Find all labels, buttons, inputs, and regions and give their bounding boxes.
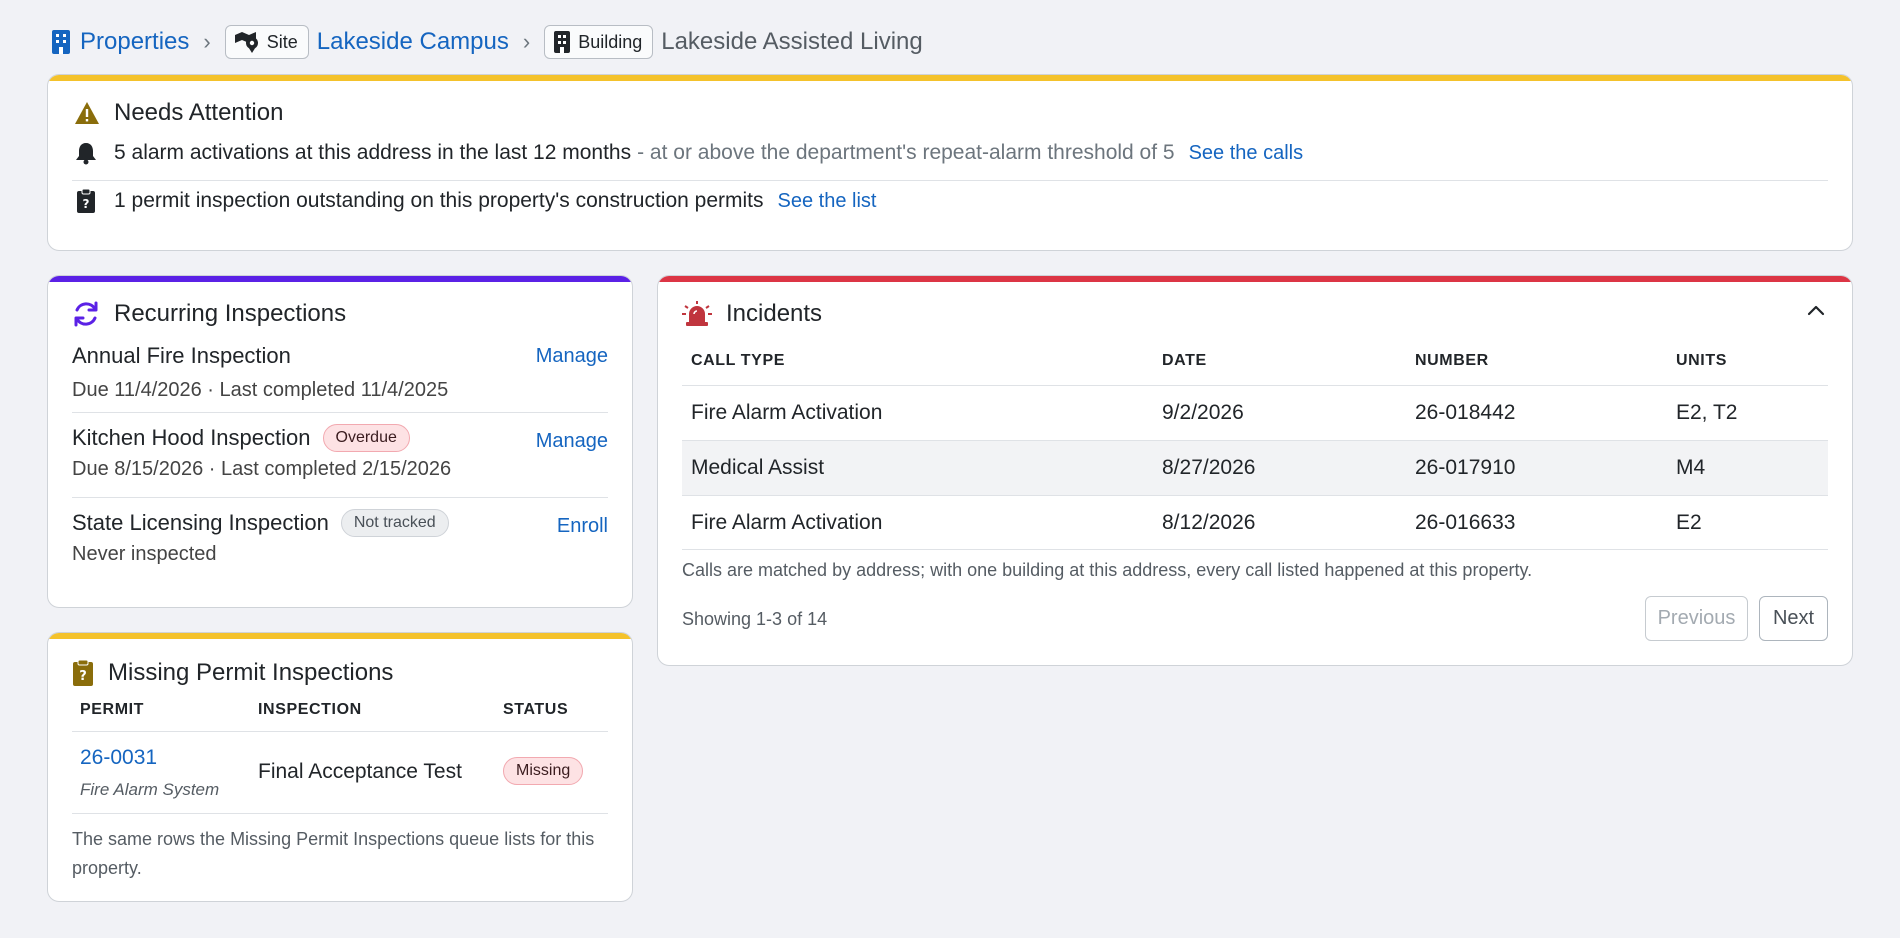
manage-link[interactable]: Manage: [536, 345, 608, 368]
inspection-name: Final Acceptance Test: [258, 760, 462, 783]
enroll-link[interactable]: Enroll: [557, 515, 608, 538]
alarm-attention-detail: - at or above the department's repeat-al…: [637, 141, 1175, 164]
incidents-table-header: CALL TYPE DATE NUMBER UNITS: [682, 346, 1828, 374]
permit-type: Fire Alarm System: [80, 780, 220, 799]
column-header-inspection: INSPECTION: [258, 701, 362, 718]
missing-header: ? Missing Permit Inspections: [72, 659, 393, 687]
recurring-item-meta: Due 8/15/2026 · Last completed 2/15/2026: [72, 458, 452, 480]
column-header-permit: PERMIT: [80, 701, 145, 718]
incidents-title: Incidents: [726, 300, 823, 327]
breadcrumb-current: Lakeside Assisted Living: [661, 28, 923, 55]
needs-attention-card: Needs Attention 5 alarm activations at t…: [47, 74, 1853, 251]
see-the-list-link[interactable]: See the list: [778, 190, 877, 213]
bell-icon: [76, 143, 96, 165]
missing-title: Missing Permit Inspections: [108, 659, 394, 686]
breadcrumb-separator: ›: [522, 29, 531, 54]
number-cell: 26-017910: [1415, 456, 1516, 479]
column-header-status: STATUS: [503, 701, 569, 718]
units-cell: E2: [1676, 510, 1702, 534]
pagination-status: Showing 1-3 of 14: [682, 609, 828, 629]
site-chip-label: Site: [266, 31, 298, 52]
attention-accent-bar: [48, 75, 1852, 81]
recurring-item-name: Kitchen Hood Inspection: [72, 425, 311, 450]
building-type-chip: Building: [544, 25, 654, 59]
site-type-chip: Site: [224, 25, 309, 59]
recurring-item: State Licensing Inspection Not tracked N…: [72, 509, 608, 566]
missing-note: The same rows the Missing Permit Inspect…: [72, 829, 595, 878]
svg-text:?: ?: [83, 197, 90, 211]
divider: [72, 412, 608, 413]
missing-table-header: PERMIT INSPECTION STATUS: [72, 697, 608, 725]
call-type-cell: Fire Alarm Activation: [691, 401, 883, 424]
refresh-icon: [74, 301, 98, 327]
permit-number-link[interactable]: 26-0031: [80, 746, 157, 770]
number-cell: 26-018442: [1415, 401, 1516, 424]
incidents-header: Incidents: [682, 300, 822, 328]
call-type-cell: Medical Assist: [691, 456, 825, 479]
attention-header: Needs Attention: [74, 99, 283, 127]
date-cell: 8/27/2026: [1162, 456, 1256, 479]
alarm-attention-row: 5 alarm activations at this address in t…: [72, 141, 1828, 165]
breadcrumb-site-link[interactable]: Lakeside Campus: [317, 28, 509, 56]
manage-link[interactable]: Manage: [536, 430, 608, 453]
units-cell: E2, T2: [1676, 401, 1738, 424]
recurring-title: Recurring Inspections: [114, 300, 347, 327]
recurring-item-name: Annual Fire Inspection: [72, 343, 291, 368]
clipboard-question-icon: ?: [73, 659, 93, 686]
number-cell: 26-016633: [1415, 510, 1516, 534]
missing-status-badge: Missing: [503, 757, 584, 785]
recurring-item: Annual Fire Inspection Due 11/4/2026 · L…: [72, 343, 608, 402]
incidents-card: Incidents CALL TYPE DATE NUMBER UNITS Fi…: [657, 275, 1853, 666]
recurring-item-name: State Licensing Inspection: [72, 510, 329, 535]
previous-button[interactable]: Previous: [1645, 596, 1748, 641]
warning-icon: [75, 102, 99, 124]
breadcrumb-properties-link[interactable]: Properties: [50, 28, 189, 56]
call-type-cell: Fire Alarm Activation: [691, 510, 883, 534]
column-header-call-type: CALL TYPE: [691, 352, 786, 369]
chevron-up-icon[interactable]: [1806, 303, 1826, 317]
overdue-badge: Overdue: [322, 424, 410, 452]
permit-attention-row: ? 1 permit inspection outstanding on thi…: [72, 188, 1828, 214]
next-button[interactable]: Next: [1759, 596, 1828, 641]
clipboard-question-icon: ?: [77, 188, 95, 213]
table-row: 26-0031 Fire Alarm System Final Acceptan…: [72, 731, 608, 814]
breadcrumb: Properties › Site Lakeside Campus › Buil…: [50, 22, 923, 62]
recurring-item-meta: Due 11/4/2026 · Last completed 11/4/2025: [72, 379, 449, 401]
siren-icon: [682, 301, 712, 326]
recurring-item: Kitchen Hood Inspection Overdue Due 8/15…: [72, 424, 608, 481]
building-icon: [52, 30, 70, 54]
permit-attention-text: 1 permit inspection outstanding on this …: [114, 189, 764, 212]
not-tracked-badge: Not tracked: [340, 509, 449, 537]
building-icon: [554, 31, 571, 53]
table-row[interactable]: Fire Alarm Activation 8/12/2026 26-01663…: [682, 495, 1828, 550]
divider: [72, 180, 1828, 181]
recurring-item-meta: Never inspected: [72, 543, 217, 565]
date-cell: 9/2/2026: [1162, 401, 1244, 424]
missing-accent-bar: [48, 633, 632, 639]
divider: [72, 497, 608, 498]
breadcrumb-properties-label: Properties: [80, 28, 190, 55]
recurring-header: Recurring Inspections: [72, 300, 346, 328]
breadcrumb-separator: ›: [203, 29, 211, 54]
table-row[interactable]: Medical Assist 8/27/2026 26-017910 M4: [682, 440, 1828, 495]
units-cell: M4: [1676, 456, 1706, 479]
column-header-date: DATE: [1162, 352, 1207, 369]
alarm-attention-text: 5 alarm activations at this address in t…: [114, 141, 632, 164]
column-header-number: NUMBER: [1415, 352, 1489, 369]
building-chip-label: Building: [578, 31, 643, 52]
incidents-accent-bar: [658, 276, 1852, 282]
recurring-accent-bar: [48, 276, 632, 282]
column-header-units: UNITS: [1676, 352, 1727, 369]
date-cell: 8/12/2026: [1162, 510, 1256, 534]
attention-title: Needs Attention: [114, 99, 284, 126]
recurring-inspections-card: Recurring Inspections Annual Fire Inspec…: [47, 275, 633, 608]
table-row[interactable]: Fire Alarm Activation 9/2/2026 26-018442…: [682, 385, 1828, 440]
incidents-note: Calls are matched by address; with one b…: [682, 560, 1533, 580]
see-the-calls-link[interactable]: See the calls: [1189, 142, 1304, 165]
map-pin-icon: [234, 32, 258, 53]
missing-permit-inspections-card: ? Missing Permit Inspections PERMIT INSP…: [47, 632, 633, 902]
svg-text:?: ?: [79, 669, 87, 684]
